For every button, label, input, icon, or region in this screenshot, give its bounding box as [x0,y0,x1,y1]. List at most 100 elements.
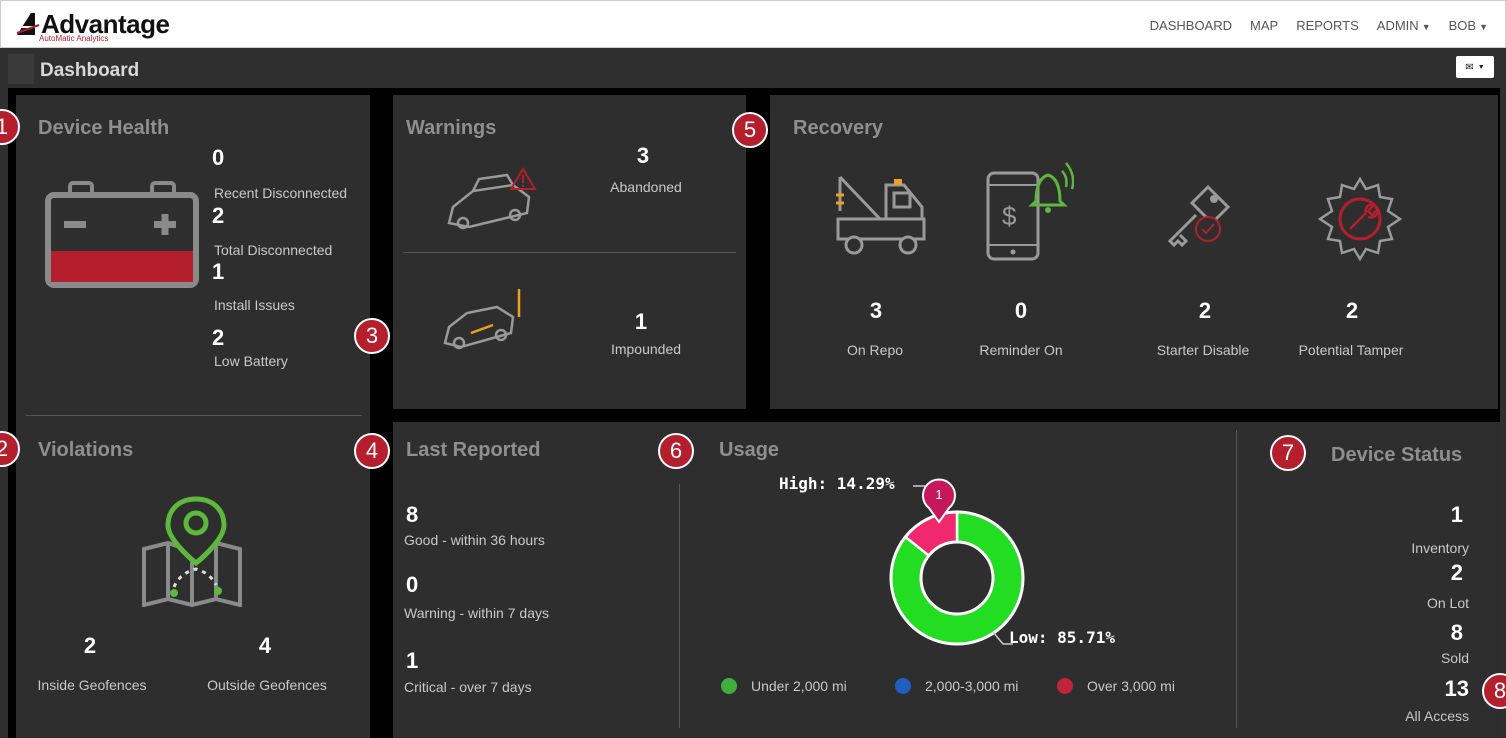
mail-dropdown-button[interactable]: ✉ ▼ [1456,56,1494,78]
stat-value: 1 [406,648,419,673]
legend-label: Under 2,000 mi [751,678,847,694]
stat-label: Warning - within 7 days [404,605,549,621]
legend-swatch [895,678,911,694]
annotation-badge: 4 [354,433,390,469]
stat-label: Outside Geofences [207,677,327,693]
page-title: Dashboard [40,60,140,81]
stat-value: 4 [258,633,272,658]
section-divider [679,484,680,728]
top-navbar: Advantage AutoMatic Analytics DASHBOARD … [0,0,1506,48]
warnings-title: Warnings [406,117,497,139]
right-edge [1500,88,1506,738]
nav-reports[interactable]: REPORTS [1296,18,1359,33]
stat-label: Critical - over 7 days [404,679,532,695]
device-health-panel: Device Health 0 Recent Disconnected 2 To… [16,95,370,738]
stat-label: Inside Geofences [37,677,147,693]
legend-label: Over 3,000 mi [1087,678,1175,694]
stat-value: 2 [83,633,97,658]
stat-value: 2 [1450,560,1463,585]
section-divider [26,415,362,416]
status-panel: Last Reported 8 Good - within 36 hours 0… [393,422,1500,738]
impounded-car-icon [443,289,521,350]
brand-tagline: AutoMatic Analytics [39,34,109,43]
dashboard-header: Dashboard [0,48,1506,88]
key-disable-icon [1167,184,1231,248]
nav-admin[interactable]: ADMIN ▼ [1377,18,1431,33]
annotation-badge: 3 [354,318,390,354]
stat-value: 1 [1450,502,1463,527]
section-divider [1236,430,1237,728]
stat-value: 13 [1444,676,1469,701]
stat-value: 2 [212,325,225,350]
legend-swatch [1057,678,1073,694]
warnings-panel: Warnings 3 Abandoned 1 Impounded [393,95,746,409]
stat-label: On Repo [846,342,904,358]
stat-label: All Access [1405,708,1469,724]
stat-value: 3 [869,298,883,323]
stat-value: 8 [1450,620,1463,645]
left-edge [0,88,8,738]
nav-admin-label: ADMIN [1376,17,1419,33]
stat-label: Total Disconnected [214,242,333,258]
stat-label: Install Issues [214,297,295,313]
stat-label: Reminder On [979,342,1063,358]
header-grip [8,54,34,84]
nav-user-label: BOB [1448,17,1477,33]
chevron-down-icon: ▼ [1479,21,1488,32]
stat-value: 8 [406,502,419,527]
donut-hole [919,540,995,616]
section-divider [403,252,736,253]
brand-logo[interactable]: Advantage AutoMatic Analytics [11,7,170,43]
stat-value: 2 [212,203,225,228]
stat-value: 2 [1345,298,1359,323]
stat-label: Good - within 36 hours [404,532,545,548]
stat-value: 0 [406,572,419,597]
annotation-badge: 6 [658,433,694,469]
stat-value: 3 [636,143,650,168]
tamper-gear-icon [1317,176,1403,262]
stat-label: Inventory [1411,540,1469,556]
nav-dashboard[interactable]: DASHBOARD [1150,18,1232,33]
legend-label: 2,000-3,000 mi [925,678,1019,694]
chevron-down-icon: ▼ [1421,21,1431,32]
legend-item[interactable]: Over 3,000 mi [1057,678,1175,694]
stat-label: Recent Disconnected [214,185,348,201]
stat-value: 1 [212,259,225,284]
stat-label: Impounded [610,341,682,357]
stat-value: 0 [212,145,225,170]
abandoned-car-icon [447,167,537,230]
stat-label: On Lot [1426,595,1469,611]
payment-reminder-phone-icon: $ [986,162,1074,261]
usage-low-label: Low: 85.71% [1009,628,1115,647]
usage-high-label: High: 14.29% [779,474,895,493]
nav-user[interactable]: BOB ▼ [1449,18,1488,33]
stat-label: Starter Disable [1156,342,1250,358]
geofence-map-icon [142,496,242,607]
battery-icon [45,181,199,288]
legend-item[interactable]: 2,000-3,000 mi [895,678,1018,694]
last-reported-title: Last Reported [406,439,541,461]
annotation-badge: 5 [732,112,768,148]
stat-value: 0 [1014,298,1028,323]
violations-title: Violations [38,439,134,461]
device-health-title: Device Health [38,117,170,139]
recovery-panel: Recovery $ 3 On Repo 0 Reminder On 2 Sta… [770,95,1498,409]
tow-truck-icon [836,175,926,255]
stat-label: Abandoned [610,179,682,195]
annotation-badge: 7 [1270,435,1306,471]
nav-map[interactable]: MAP [1250,18,1278,33]
legend-swatch [721,678,737,694]
stat-label: Low Battery [214,353,288,369]
recovery-title: Recovery [793,117,884,139]
usage-title: Usage [719,439,780,461]
stat-label: Potential Tamper [1298,342,1404,358]
nav-links: DASHBOARD MAP REPORTS ADMIN ▼ BOB ▼ [1141,1,1497,49]
marker-label: 1 [935,487,942,502]
stat-label: Sold [1440,650,1469,666]
stat-value: 1 [634,309,648,334]
stat-value: 2 [1198,298,1212,323]
envelope-icon: ✉ [1465,61,1474,73]
device-status-title: Device Status [1331,444,1463,466]
svg-text:$: $ [1002,201,1017,231]
legend-item[interactable]: Under 2,000 mi [721,678,847,694]
